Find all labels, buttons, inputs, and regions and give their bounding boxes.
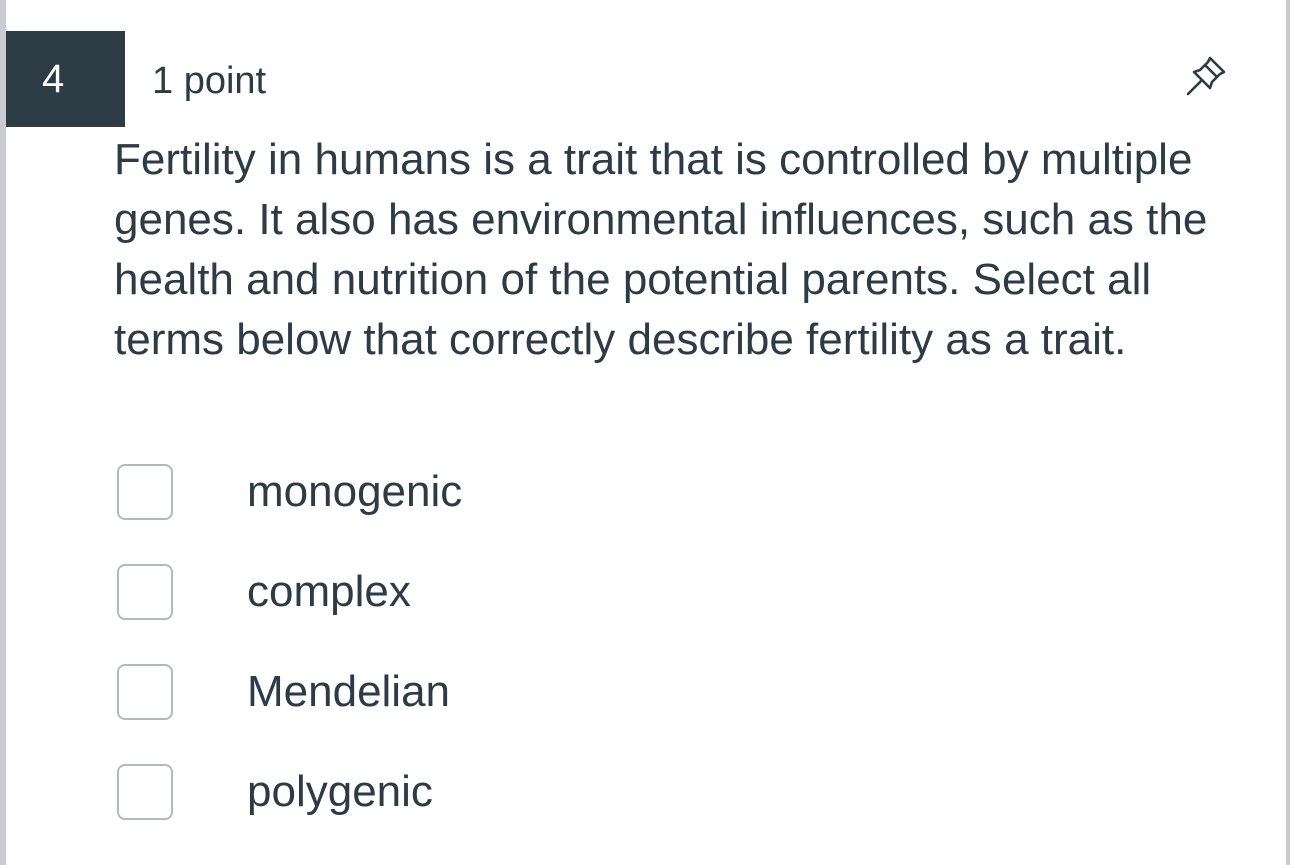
checkbox[interactable] <box>117 464 173 520</box>
question-points: 1 point <box>152 60 267 102</box>
answer-option-complex[interactable]: complex <box>117 562 462 622</box>
answer-label: complex <box>247 567 411 616</box>
answer-list: monogenic complex Mendelian polygenic <box>117 462 462 862</box>
checkbox[interactable] <box>117 664 173 720</box>
pin-icon[interactable] <box>1180 50 1232 102</box>
answer-option-monogenic[interactable]: monogenic <box>117 462 462 522</box>
question-text: Fertility in humans is a trait that is c… <box>114 135 1208 364</box>
checkbox[interactable] <box>117 564 173 620</box>
answer-label: monogenic <box>247 467 463 516</box>
checkbox[interactable] <box>117 764 173 820</box>
answer-label: Mendelian <box>247 667 451 716</box>
answer-label: polygenic <box>247 767 433 816</box>
answer-option-mendelian[interactable]: Mendelian <box>117 662 462 722</box>
answer-option-polygenic[interactable]: polygenic <box>117 762 462 822</box>
left-border <box>0 0 6 865</box>
question-number: 4 <box>6 31 125 127</box>
right-border <box>1286 0 1290 865</box>
question-card: 4 1 point Fertility in humans is a trait… <box>0 0 1290 865</box>
